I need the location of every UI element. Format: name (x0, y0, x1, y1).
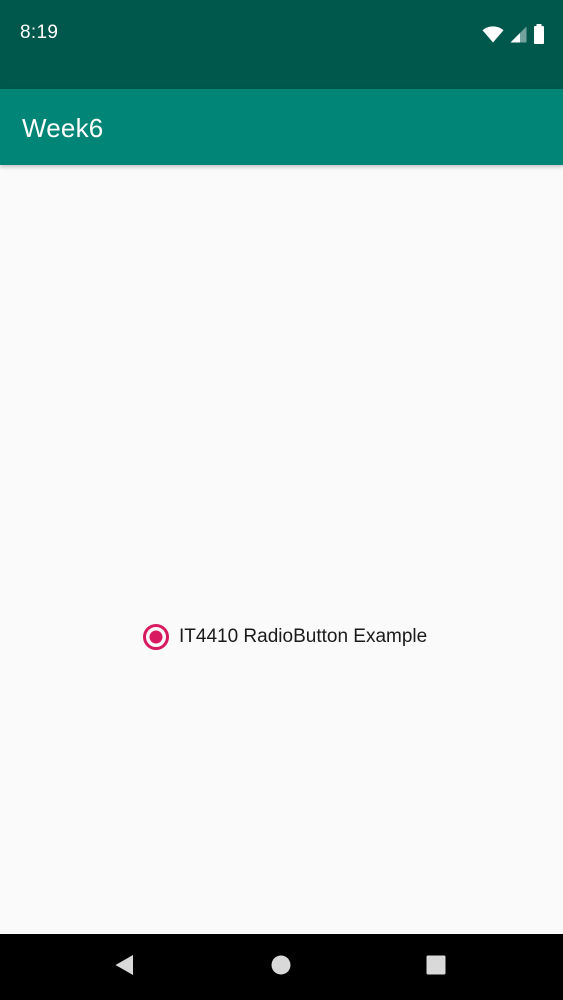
app-bar: Week6 (0, 89, 563, 165)
status-bar: 8:19 (0, 0, 563, 89)
status-icons (482, 23, 545, 45)
radio-button-label[interactable]: IT4410 RadioButton Example (179, 626, 427, 648)
screen: 8:19 Week6 IT4410 RadioButton Example (0, 0, 563, 1000)
main-content: IT4410 RadioButton Example (0, 165, 563, 934)
battery-icon (533, 24, 545, 44)
nav-recents-button[interactable] (415, 946, 457, 988)
home-icon[interactable] (270, 954, 292, 981)
recents-icon[interactable] (425, 954, 447, 981)
app-title: Week6 (22, 113, 104, 143)
back-icon[interactable] (113, 953, 135, 982)
cell-signal-icon (510, 26, 527, 43)
navigation-bar (0, 934, 563, 1000)
wifi-icon (482, 25, 504, 43)
radio-checked-icon[interactable] (142, 623, 170, 651)
status-time: 8:19 (20, 22, 59, 43)
radio-button[interactable]: IT4410 RadioButton Example (142, 621, 427, 653)
nav-back-button[interactable] (103, 946, 145, 988)
nav-home-button[interactable] (260, 946, 302, 988)
